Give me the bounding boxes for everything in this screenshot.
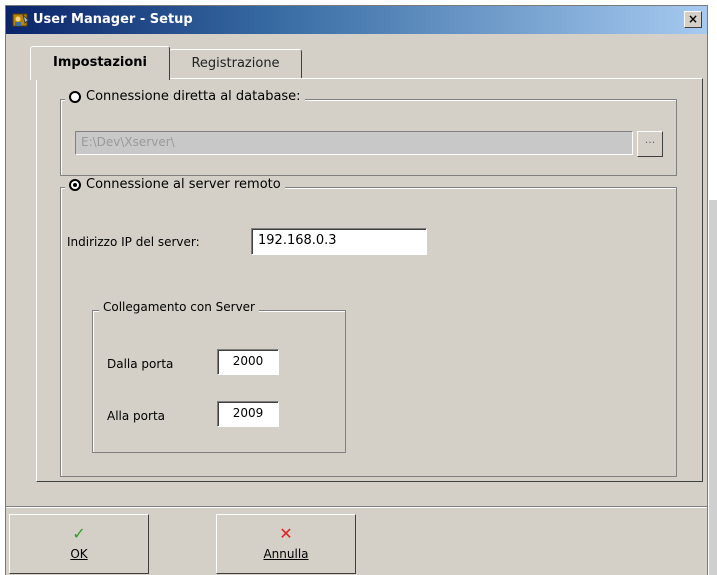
ok-button[interactable]: ✓ OK [9, 514, 149, 574]
to-port-label: Alla porta [107, 409, 165, 423]
from-port-input[interactable]: 2000 [217, 349, 279, 375]
database-option[interactable]: Connessione diretta al database: [65, 89, 305, 104]
window-title: User Manager - Setup [33, 12, 193, 27]
close-button[interactable]: × [684, 11, 702, 28]
cross-icon: ✕ [279, 524, 293, 543]
remote-server-group: Connessione al server remoto Indirizzo I… [60, 177, 677, 477]
browse-button[interactable]: ... [637, 131, 663, 157]
database-radio[interactable] [69, 90, 81, 103]
database-group: Connessione diretta al database: E:\Dev\… [60, 89, 677, 176]
ip-label: Indirizzo IP del server: [67, 235, 200, 249]
title-bar[interactable]: User Manager - Setup × [6, 6, 707, 34]
settings-panel: Connessione diretta al database: E:\Dev\… [36, 78, 703, 482]
remote-option-label: Connessione al server remoto [86, 177, 281, 192]
bottom-separator [6, 506, 707, 508]
cancel-label: Annulla [263, 547, 309, 561]
to-port-input[interactable]: 2009 [217, 401, 279, 427]
database-option-label: Connessione diretta al database: [86, 89, 301, 104]
user-manager-icon [12, 13, 29, 27]
server-ip-input[interactable]: 192.168.0.3 [251, 228, 427, 255]
setup-window: User Manager - Setup × Impostazioni Regi… [5, 5, 708, 575]
from-port-label: Dalla porta [107, 357, 174, 371]
tab-registrazione[interactable]: Registrazione [169, 49, 302, 79]
database-path-field: E:\Dev\Xserver\ [75, 131, 633, 155]
server-connection-title: Collegamento con Server [99, 300, 259, 314]
background-edge [709, 200, 717, 575]
checkmark-icon: ✓ [72, 524, 86, 543]
close-icon: × [687, 12, 699, 26]
remote-option[interactable]: Connessione al server remoto [65, 177, 285, 192]
ok-label: OK [70, 547, 88, 561]
remote-radio[interactable] [69, 178, 81, 191]
cancel-button[interactable]: ✕ Annulla [216, 514, 356, 574]
server-connection-group: Collegamento con Server Dalla porta 2000… [92, 300, 346, 453]
tab-impostazioni[interactable]: Impostazioni [30, 46, 170, 80]
